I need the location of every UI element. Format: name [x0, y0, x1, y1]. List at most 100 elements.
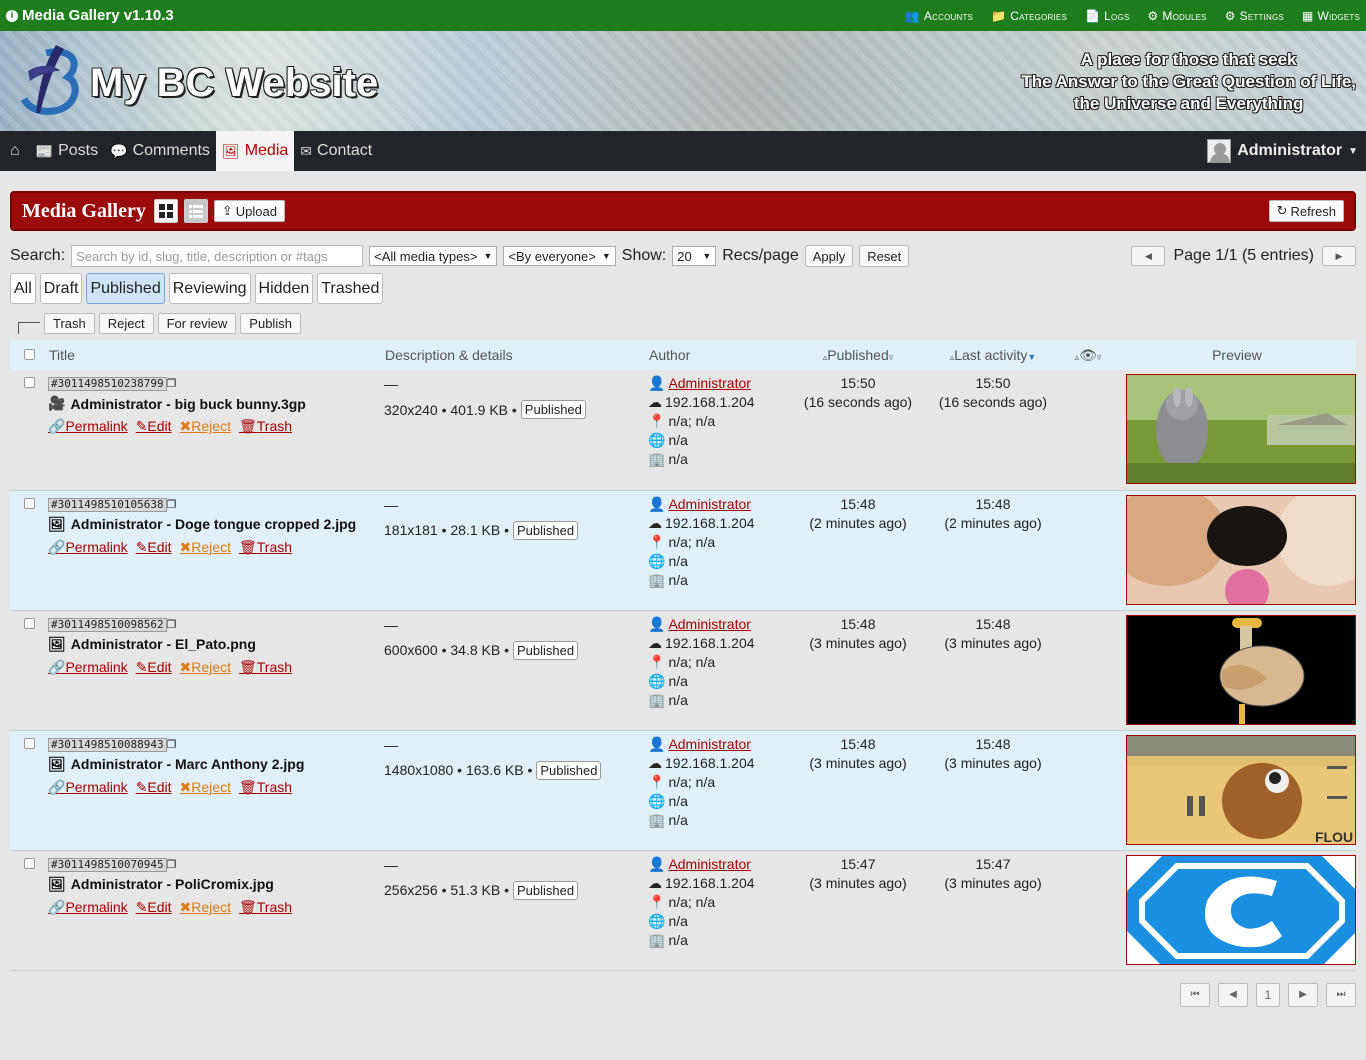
media-title[interactable]: 🖼 Administrator - PoliCromix.jpg	[48, 876, 384, 893]
filter-hidden[interactable]: Hidden	[254, 273, 314, 304]
list-view-button[interactable]	[183, 199, 208, 223]
trash-link[interactable]: 🗑Trash	[239, 659, 292, 676]
permalink-link[interactable]: 🔗Permalink	[48, 899, 128, 916]
first-page-button[interactable]: ⏮	[1180, 982, 1210, 1007]
trash-link[interactable]: 🗑Trash	[239, 418, 292, 435]
edit-link[interactable]: ✎Edit	[136, 539, 172, 556]
edit-link[interactable]: ✎Edit	[136, 899, 172, 916]
media-preview[interactable]: FLOU	[1126, 734, 1356, 845]
select-all-checkbox[interactable]	[23, 349, 35, 360]
author-link[interactable]: Administrator	[668, 735, 750, 754]
upload-button[interactable]: ⇪ Upload	[213, 200, 285, 222]
author-link[interactable]: Administrator	[668, 495, 750, 514]
last-page-button[interactable]: ⏭	[1326, 982, 1356, 1007]
media-preview[interactable]	[1126, 614, 1356, 725]
admin-nav-modules[interactable]: ⚙ Modules	[1147, 9, 1206, 23]
row-checkbox[interactable]	[23, 737, 35, 749]
filter-trashed[interactable]: Trashed	[317, 273, 384, 304]
search-input[interactable]	[71, 245, 364, 267]
trash-link[interactable]: 🗑Trash	[239, 779, 292, 796]
edit-link[interactable]: ✎Edit	[136, 418, 172, 435]
media-title[interactable]: 🎥 Administrator - big buck bunny.3gp	[48, 395, 384, 412]
sort-desc-icon[interactable]: ▿	[889, 352, 894, 362]
media-id[interactable]: #3011498510088943	[48, 737, 167, 752]
owner-select[interactable]: <By everyone> ▼	[503, 246, 616, 266]
home-link[interactable]: ⌂	[0, 131, 30, 171]
row-checkbox[interactable]	[23, 857, 35, 869]
col-last-activity[interactable]: ▵Last activity▼	[928, 340, 1058, 370]
reset-button[interactable]: Reset	[859, 245, 910, 267]
media-id[interactable]: #3011498510070945	[48, 857, 167, 872]
filter-all[interactable]: All	[10, 273, 36, 304]
permalink-link[interactable]: 🔗Permalink	[48, 779, 128, 796]
permalink-link[interactable]: 🔗Permalink	[48, 539, 128, 556]
prev-page-button[interactable]: ◀	[1218, 982, 1248, 1007]
col-views[interactable]: ▵👁▿	[1058, 340, 1118, 370]
media-title[interactable]: 🖼 Administrator - Doge tongue cropped 2.j…	[48, 516, 384, 533]
filter-published[interactable]: Published	[86, 273, 165, 304]
col-author[interactable]: Author	[648, 340, 788, 370]
col-title[interactable]: Title	[48, 340, 384, 370]
per-page-select[interactable]: 20 ▼	[672, 246, 717, 266]
bulk-publish-button[interactable]: Publish	[240, 312, 301, 334]
row-checkbox[interactable]	[23, 617, 35, 629]
author-link[interactable]: Administrator	[668, 615, 750, 634]
prev-page-button[interactable]: ◀	[1131, 246, 1166, 266]
grid-view-button[interactable]	[153, 199, 178, 223]
refresh-button[interactable]: ↻ Refresh	[1268, 200, 1344, 222]
media-title[interactable]: 🖼 Administrator - Marc Anthony 2.jpg	[48, 756, 384, 773]
nav-media[interactable]: 🖼 Media	[215, 131, 295, 171]
filter-reviewing[interactable]: Reviewing	[168, 273, 251, 304]
row-checkbox[interactable]	[23, 497, 35, 509]
media-title[interactable]: 🖼 Administrator - El_Pato.png	[48, 636, 384, 653]
user-menu[interactable]: Administrator ▼	[1207, 131, 1366, 171]
copy-icon[interactable]: ❐	[167, 378, 177, 390]
sort-desc-active-icon[interactable]: ▼	[1027, 352, 1036, 362]
next-page-button[interactable]: ▶	[1288, 982, 1318, 1007]
author-link[interactable]: Administrator	[668, 855, 750, 874]
bulk-reject-button[interactable]: Reject	[98, 312, 154, 334]
media-id[interactable]: #3011498510098562	[48, 617, 167, 632]
nav-posts[interactable]: 📰 Posts	[30, 131, 104, 171]
admin-nav-widgets[interactable]: ▦ Widgets	[1302, 9, 1360, 23]
admin-nav-accounts[interactable]: 👥 Accounts	[905, 9, 973, 23]
row-checkbox[interactable]	[23, 377, 35, 388]
sort-desc-icon[interactable]: ▿	[1097, 352, 1102, 362]
bulk-for-review-button[interactable]: For review	[157, 312, 237, 334]
filter-draft[interactable]: Draft	[39, 273, 83, 304]
nav-comments[interactable]: 💬 Comments	[104, 131, 216, 171]
copy-icon[interactable]: ❐	[167, 619, 177, 631]
site-name[interactable]: My BC Website	[90, 61, 378, 106]
page-number-button[interactable]: 1	[1256, 982, 1280, 1007]
media-preview[interactable]	[1126, 374, 1356, 484]
reject-link[interactable]: ✖Reject	[180, 418, 231, 435]
trash-link[interactable]: 🗑Trash	[239, 539, 292, 556]
media-type-select[interactable]: <All media types> ▼	[369, 246, 498, 266]
media-preview[interactable]	[1126, 494, 1356, 605]
reject-link[interactable]: ✖Reject	[180, 539, 231, 556]
admin-nav-categories[interactable]: 📁 Categories	[991, 9, 1067, 23]
media-preview[interactable]	[1126, 854, 1356, 965]
copy-icon[interactable]: ❐	[167, 859, 177, 871]
media-id[interactable]: #3011498510105638	[48, 497, 167, 512]
edit-link[interactable]: ✎Edit	[136, 779, 172, 796]
copy-icon[interactable]: ❐	[167, 739, 177, 751]
trash-link[interactable]: 🗑Trash	[239, 899, 292, 916]
media-id[interactable]: #3011498510238799	[48, 377, 167, 391]
apply-button[interactable]: Apply	[804, 245, 854, 267]
nav-contact[interactable]: ✉ Contact	[294, 131, 378, 171]
permalink-link[interactable]: 🔗Permalink	[48, 659, 128, 676]
author-link[interactable]: Administrator	[668, 374, 750, 393]
reject-link[interactable]: ✖Reject	[180, 899, 231, 916]
bulk-trash-button[interactable]: Trash	[44, 312, 95, 334]
col-published[interactable]: ▵Published▿	[788, 340, 928, 370]
admin-nav-logs[interactable]: 📄 Logs	[1085, 9, 1129, 23]
copy-icon[interactable]: ❐	[167, 499, 177, 511]
site-logo[interactable]	[16, 41, 86, 121]
reject-link[interactable]: ✖Reject	[180, 659, 231, 676]
admin-nav-settings[interactable]: ⚙ Settings	[1225, 9, 1284, 23]
edit-link[interactable]: ✎Edit	[136, 659, 172, 676]
reject-link[interactable]: ✖Reject	[180, 779, 231, 796]
permalink-link[interactable]: 🔗Permalink	[48, 418, 128, 435]
next-page-button[interactable]: ▶	[1322, 246, 1356, 266]
